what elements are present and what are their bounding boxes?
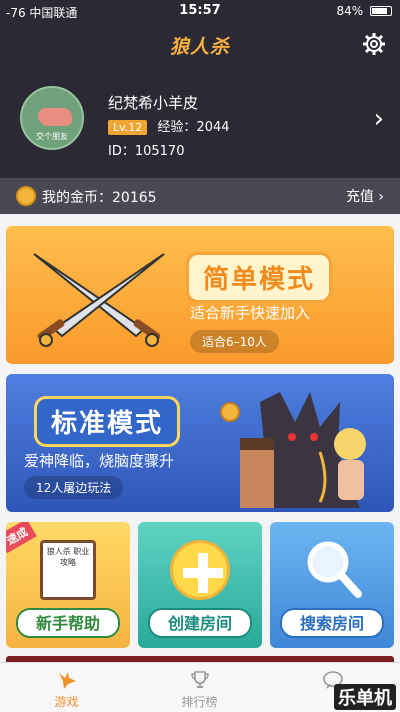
wolf-head-icon	[58, 672, 76, 689]
wolf-cupid-illustration	[220, 392, 366, 508]
tab-game-label: 游戏	[54, 695, 79, 709]
trophy-icon	[190, 671, 209, 688]
tab-game[interactable]: 游戏	[0, 663, 133, 712]
battery-percent: 84%	[336, 4, 364, 18]
avatar-caption: 交个朋友	[36, 132, 68, 141]
tab-ranking-label: 排行榜	[181, 695, 218, 709]
standard-mode-subtitle: 爱神降临，烧脑度骤升	[24, 452, 175, 470]
newbie-help-label: 新手帮助	[16, 608, 120, 638]
level-exp-row: Lv.12 经验：2044	[108, 116, 230, 135]
profile-card[interactable]: 交个朋友 纪梵希小羊皮 Lv.12 经验：2044 ID：105170 ›	[0, 68, 400, 174]
magnifier-icon	[307, 541, 362, 598]
user-id: ID：105170	[108, 144, 185, 159]
settings-gear-icon[interactable]	[362, 32, 386, 56]
recharge-button[interactable]: 充值 ›	[346, 186, 384, 206]
standard-mode-card[interactable]: 标准模式 爱神降临，烧脑度骤升 12人屠边玩法	[6, 374, 394, 512]
level-badge: Lv.12	[108, 120, 148, 135]
tab-ranking[interactable]: 排行榜	[133, 663, 266, 712]
recharge-label: 充值	[345, 189, 374, 205]
simple-mode-card[interactable]: 简单模式 适合新手快速加入 适合6–10人	[6, 226, 394, 364]
battery-icon	[370, 6, 392, 16]
newbie-help-tile[interactable]: 速成 狼人杀 职业攻略 新手帮助	[6, 522, 130, 648]
app-logo: 狼人杀	[169, 36, 230, 58]
site-watermark: 乐单机	[334, 684, 396, 710]
chevron-right-icon: ›	[378, 189, 384, 205]
quick-learn-ribbon: 速成	[6, 522, 37, 554]
coin-icon	[16, 186, 36, 206]
coin-balance: 我的金币：20165	[42, 190, 157, 206]
simple-mode-title: 简单模式	[186, 252, 333, 303]
chevron-right-icon[interactable]: ›	[374, 106, 384, 132]
standard-mode-title: 标准模式	[34, 396, 181, 447]
status-bar: -76 中国联通 15:57 84%	[0, 0, 400, 22]
avatar-hand-image	[38, 108, 72, 126]
standard-mode-rule-tag: 12人屠边玩法	[24, 476, 124, 499]
app-header: 狼人杀	[0, 22, 400, 68]
user-name: 纪梵希小羊皮	[108, 94, 199, 112]
game-modes-area: 简单模式 适合新手快速加入 适合6–10人 标准模式 爱神降临，烧脑度骤升 12…	[0, 214, 400, 662]
avatar[interactable]: 交个朋友	[20, 86, 84, 150]
simple-mode-player-tag: 适合6–10人	[190, 330, 279, 353]
create-room-tile[interactable]: 创建房间	[138, 522, 262, 648]
simple-mode-subtitle: 适合新手快速加入	[190, 304, 311, 322]
battery-status: 84%	[336, 4, 392, 18]
search-room-tile[interactable]: 搜索房间	[270, 522, 394, 648]
guide-book-icon: 狼人杀 职业攻略	[40, 540, 96, 600]
plus-icon	[170, 540, 230, 600]
create-room-label: 创建房间	[148, 608, 252, 638]
coin-bar: 我的金币：20165 充值 ›	[0, 178, 400, 214]
experience-text: 经验：2044	[157, 120, 230, 135]
crossed-swords-icon	[33, 253, 165, 347]
search-room-label: 搜索房间	[280, 608, 384, 638]
